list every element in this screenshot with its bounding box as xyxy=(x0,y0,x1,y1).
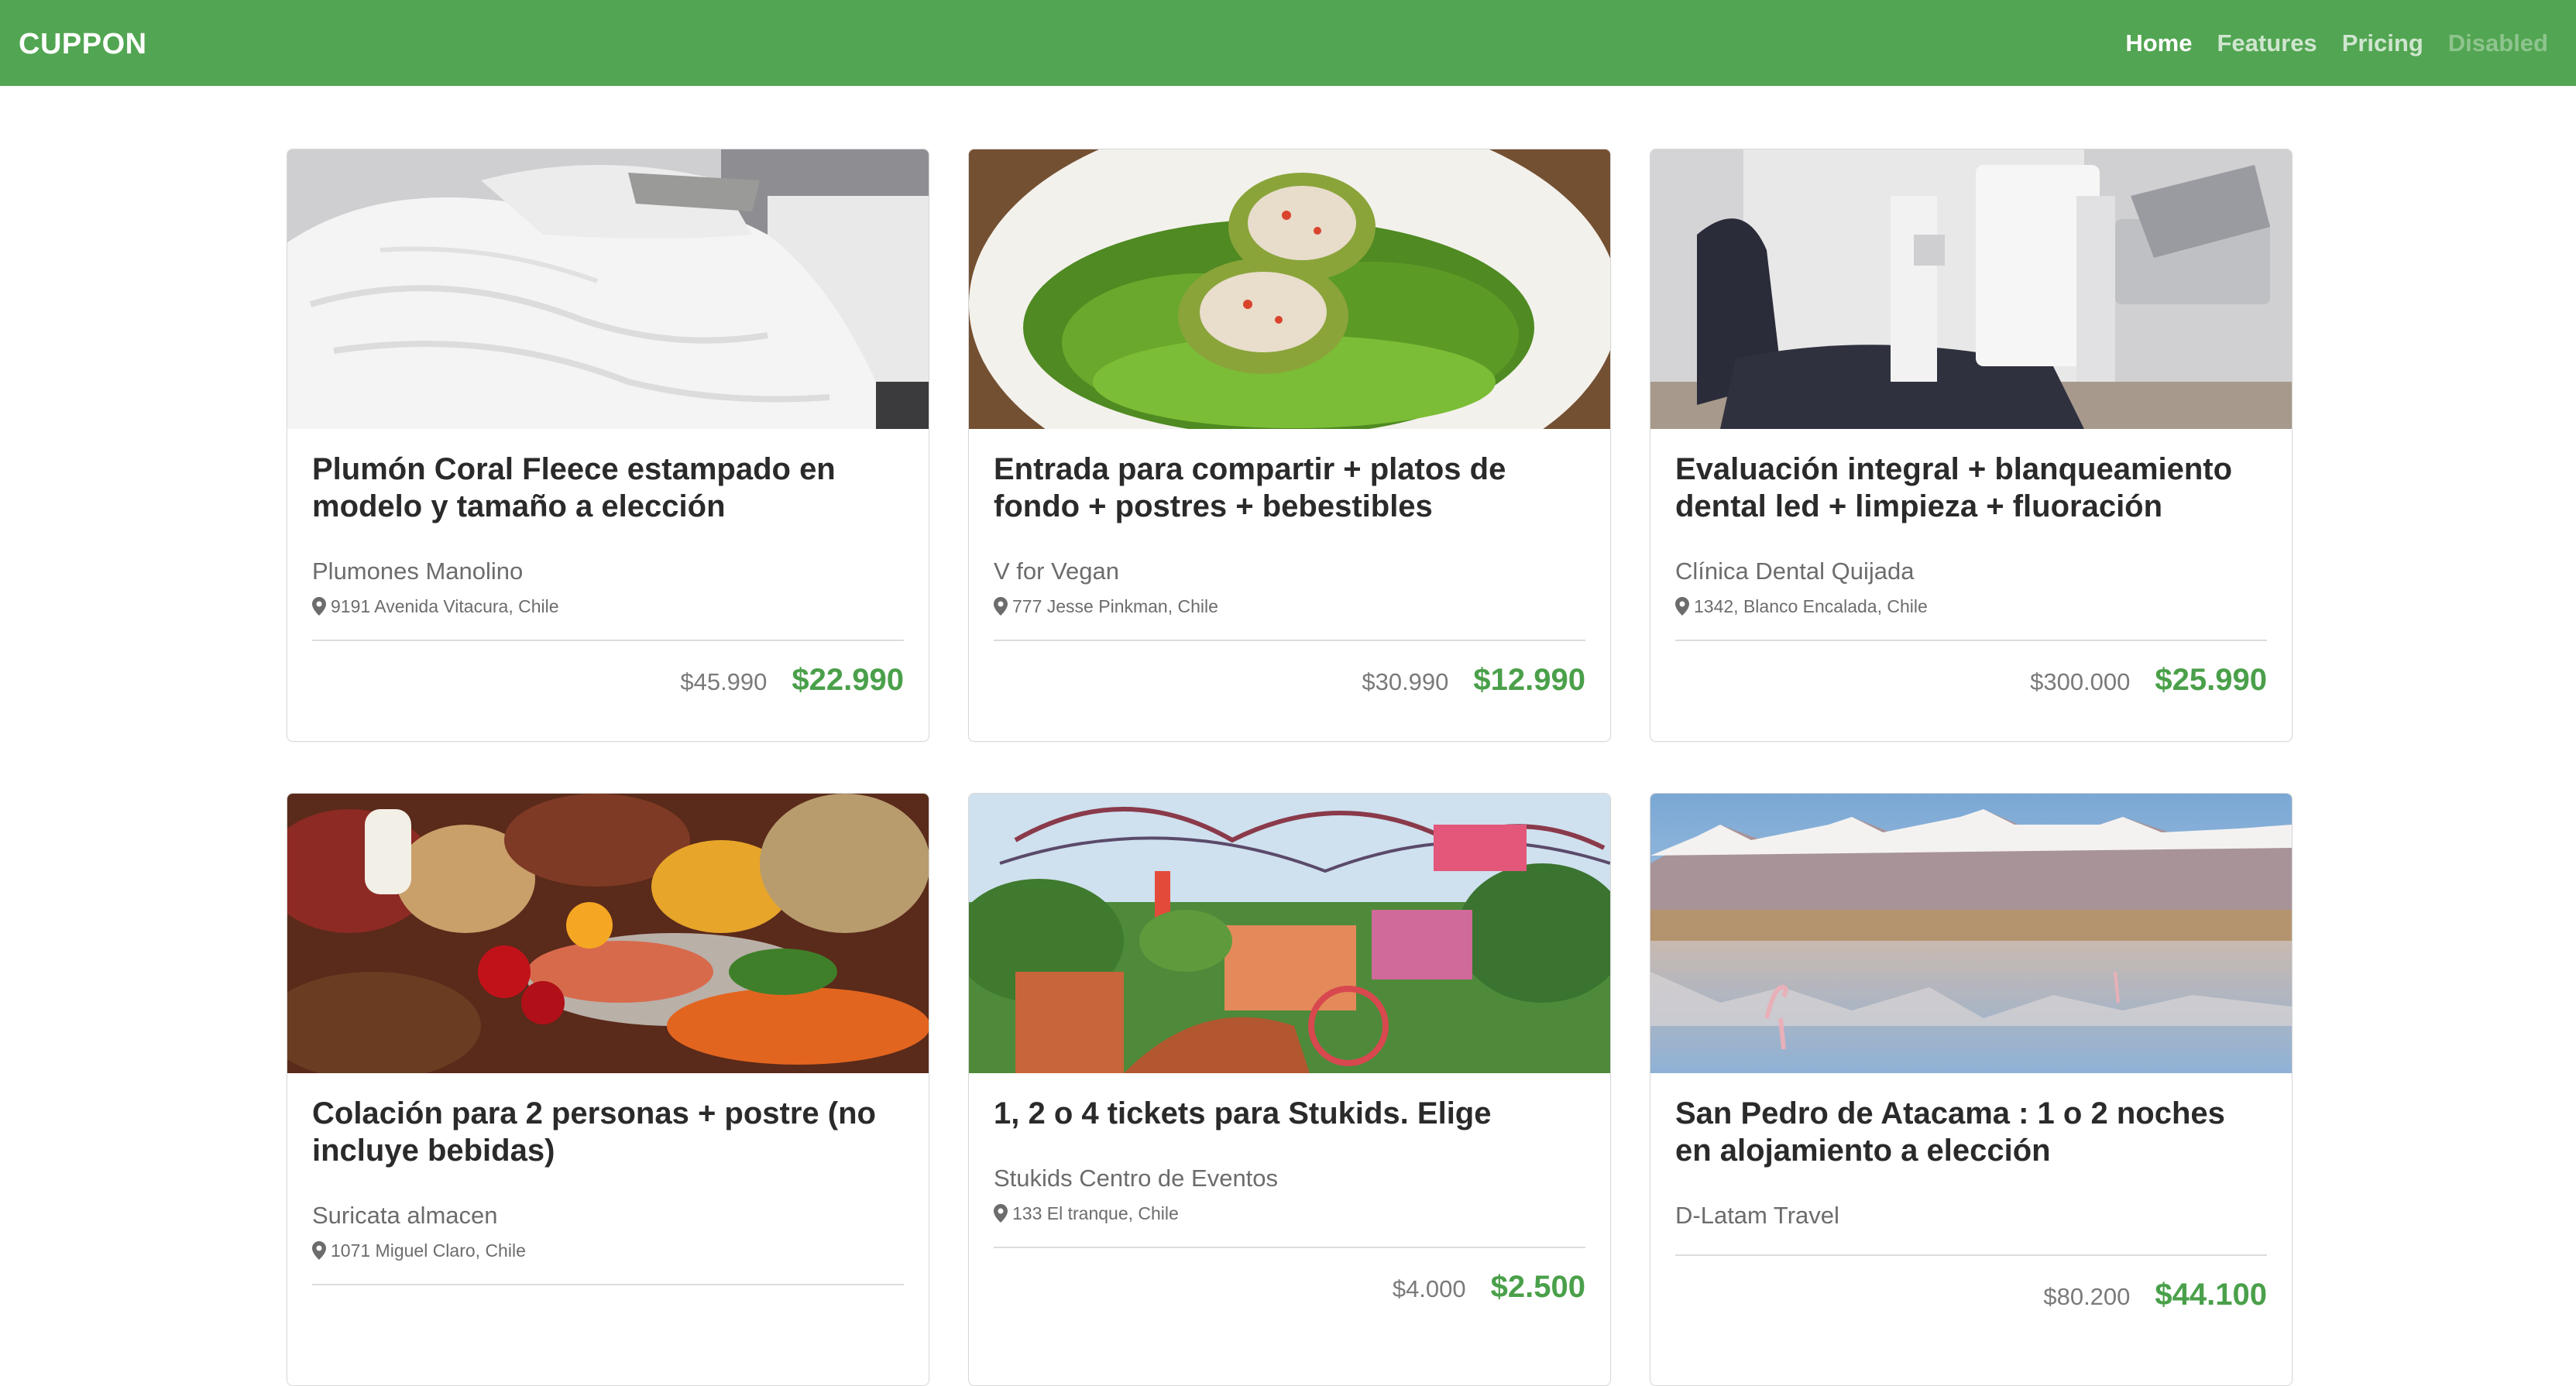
deal-card[interactable]: 1, 2 o 4 tickets para Stukids. Elige suc… xyxy=(968,793,1611,1386)
price-row: $300.000 $25.990 xyxy=(1675,663,2267,698)
deal-card[interactable]: San Pedro de Atacama : 1 o 2 noches en a… xyxy=(1650,793,2293,1386)
deal-body: 1, 2 o 4 tickets para Stukids. Elige suc… xyxy=(969,1073,1610,1305)
address-text: 133 El tranque, Chile xyxy=(1012,1202,1179,1223)
discount-price: $22.990 xyxy=(792,663,904,697)
original-price: $4.000 xyxy=(1392,1275,1466,1302)
merchant-name: V for Vegan xyxy=(994,557,1120,585)
deal-title[interactable]: Plumón Coral Fleece estampado en modelo … xyxy=(312,451,904,525)
deal-image[interactable] xyxy=(287,149,929,429)
merchant-address: 9191 Avenida Vitacura, Chile xyxy=(312,595,904,618)
map-pin-icon xyxy=(994,1204,1008,1223)
address-text: 1342, Blanco Encalada, Chile xyxy=(1694,595,1928,616)
navbar: CUPPON Home Features Pricing Disabled xyxy=(0,0,2576,86)
discount-price: $25.990 xyxy=(2155,663,2267,697)
original-price: $45.990 xyxy=(680,668,768,695)
deals-grid: Plumón Coral Fleece estampado en modelo … xyxy=(287,149,2293,1386)
deal-title[interactable]: Entrada para compartir + platos de fondo… xyxy=(994,451,1585,525)
discount-price: $44.100 xyxy=(2155,1278,2267,1312)
deal-title[interactable]: Evaluación integral + blanqueamiento den… xyxy=(1675,451,2267,525)
merchant-name: Suricata almacen xyxy=(312,1202,498,1229)
merchant-address: 777 Jesse Pinkman, Chile xyxy=(994,595,1585,618)
address-text: 777 Jesse Pinkman, Chile xyxy=(1012,595,1218,616)
deal-body: Plumón Coral Fleece estampado en modelo … xyxy=(287,429,929,698)
deal-image[interactable] xyxy=(287,794,929,1073)
address-text: 1071 Miguel Claro, Chile xyxy=(331,1240,526,1261)
deal-image[interactable] xyxy=(969,794,1610,1073)
deal-card[interactable]: Colación para 2 personas + postre (no in… xyxy=(287,793,929,1386)
deal-image[interactable] xyxy=(1650,794,2292,1073)
price-row: $80.200 $44.100 xyxy=(1675,1278,2267,1312)
price-row: $30.990 $12.990 xyxy=(994,663,1585,698)
deal-card[interactable]: Evaluación integral + blanqueamiento den… xyxy=(1650,149,2293,742)
nav-features[interactable]: Features xyxy=(2217,29,2317,57)
deal-body: San Pedro de Atacama : 1 o 2 noches en a… xyxy=(1650,1073,2292,1312)
deal-card[interactable]: Entrada para compartir + platos de fondo… xyxy=(968,149,1611,742)
deal-card[interactable]: Plumón Coral Fleece estampado en modelo … xyxy=(287,149,929,742)
deal-image[interactable] xyxy=(969,149,1610,429)
price-row: $45.990 $22.990 xyxy=(312,663,904,698)
deal-image[interactable] xyxy=(1650,149,2292,429)
original-price: $80.200 xyxy=(2043,1283,2131,1310)
merchant-address: 1342, Blanco Encalada, Chile xyxy=(1675,595,2267,618)
map-pin-icon xyxy=(312,1241,326,1260)
deal-body: Entrada para compartir + platos de fondo… xyxy=(969,429,1610,698)
merchant-address: 1071 Miguel Claro, Chile xyxy=(312,1239,904,1262)
card-divider xyxy=(312,640,904,641)
merchant-name: Clínica Dental Quijada xyxy=(1675,557,1915,585)
deal-title[interactable]: San Pedro de Atacama : 1 o 2 noches en a… xyxy=(1675,1095,2267,1169)
nav-disabled: Disabled xyxy=(2447,29,2548,57)
original-price: $300.000 xyxy=(2030,668,2131,695)
map-pin-icon xyxy=(994,597,1008,616)
card-divider xyxy=(994,640,1585,641)
discount-price: $2.500 xyxy=(1490,1270,1585,1304)
address-text: 9191 Avenida Vitacura, Chile xyxy=(331,595,559,616)
map-pin-icon xyxy=(1675,597,1689,616)
brand-logo[interactable]: CUPPON xyxy=(19,0,147,86)
merchant-name: D-Latam Travel xyxy=(1675,1202,1839,1229)
deal-body: Evaluación integral + blanqueamiento den… xyxy=(1650,429,2292,698)
deal-body: Colación para 2 personas + postre (no in… xyxy=(287,1073,929,1307)
original-price: $30.990 xyxy=(1362,668,1449,695)
card-divider xyxy=(1675,640,2267,641)
discount-price: $12.990 xyxy=(1473,663,1585,697)
card-divider xyxy=(994,1247,1585,1248)
merchant-name: Stukids Centro de Eventos xyxy=(994,1165,1279,1192)
nav-home[interactable]: Home xyxy=(2125,29,2192,57)
card-divider xyxy=(312,1284,904,1285)
nav-links: Home Features Pricing Disabled xyxy=(2125,0,2548,86)
merchant-address: 133 El tranque, Chile xyxy=(994,1202,1585,1225)
deal-title[interactable]: Colación para 2 personas + postre (no in… xyxy=(312,1095,904,1169)
price-row: $4.000 $2.500 xyxy=(994,1270,1585,1305)
map-pin-icon xyxy=(312,597,326,616)
nav-pricing[interactable]: Pricing xyxy=(2342,29,2423,57)
deal-title[interactable]: 1, 2 o 4 tickets para Stukids. Elige suc… xyxy=(994,1095,1585,1132)
merchant-name: Plumones Manolino xyxy=(312,557,524,585)
card-divider xyxy=(1675,1254,2267,1256)
